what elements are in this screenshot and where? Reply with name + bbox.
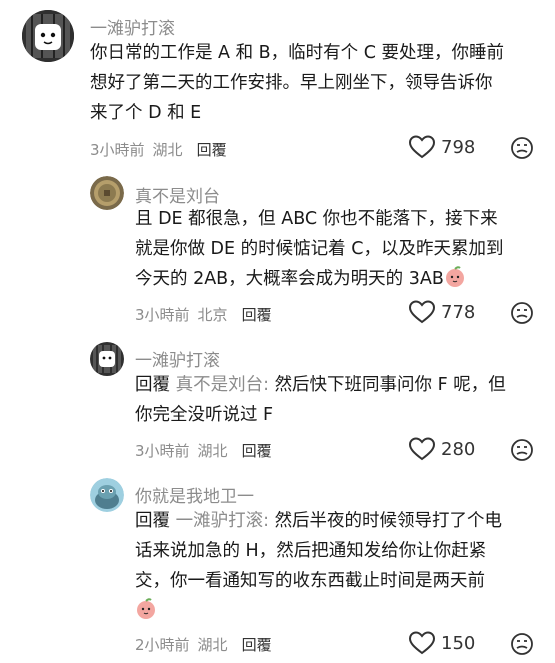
location: 北京 bbox=[197, 306, 228, 324]
like-button[interactable]: 798 bbox=[409, 135, 475, 159]
heart-outline-icon bbox=[409, 631, 435, 655]
dislike-face-icon bbox=[511, 302, 533, 324]
avatar[interactable] bbox=[90, 176, 124, 210]
comment-meta: 2小時前 湖北 回覆 bbox=[135, 634, 272, 655]
heart-outline-icon bbox=[409, 300, 435, 324]
comment-meta: 3小時前 湖北 回覆 bbox=[90, 139, 227, 160]
timestamp: 2小時前 bbox=[135, 636, 190, 654]
timestamp: 3小時前 bbox=[135, 306, 190, 324]
dislike-button[interactable] bbox=[510, 136, 534, 164]
comment-meta: 3小時前 湖北 回覆 bbox=[135, 440, 272, 461]
reply-button[interactable]: 回覆 bbox=[197, 141, 227, 159]
reply-prefix: 回覆 bbox=[135, 511, 170, 531]
avatar[interactable] bbox=[22, 10, 74, 62]
dislike-face-icon bbox=[511, 439, 533, 461]
heart-outline-icon bbox=[409, 437, 435, 461]
username[interactable]: 一滩驴打滚 bbox=[135, 346, 220, 371]
dislike-button[interactable] bbox=[510, 301, 534, 329]
reply-button[interactable]: 回覆 bbox=[242, 306, 272, 324]
location: 湖北 bbox=[197, 442, 228, 460]
like-count: 798 bbox=[441, 136, 476, 158]
reply-target-username[interactable]: 一滩驴打滚: bbox=[176, 511, 269, 531]
username[interactable]: 你就是我地卫一 bbox=[135, 482, 254, 507]
timestamp: 3小時前 bbox=[90, 141, 145, 159]
like-button[interactable]: 280 bbox=[409, 437, 475, 461]
peach-face-emoji bbox=[135, 598, 157, 630]
like-count: 280 bbox=[441, 438, 476, 460]
dislike-face-icon bbox=[511, 633, 533, 655]
peach-face-emoji bbox=[444, 266, 466, 298]
comment-text: 你日常的工作是 A 和 B，临时有个 C 要处理，你睡前 想好了第二天的工作安排… bbox=[90, 43, 505, 123]
comment-text: 回覆 真不是刘台: 然后快下班同事问你 F 呢，但 你完全没听说过 F bbox=[135, 375, 506, 425]
location: 湖北 bbox=[152, 141, 183, 159]
location: 湖北 bbox=[197, 636, 228, 654]
dislike-face-icon bbox=[511, 137, 533, 159]
like-count: 150 bbox=[441, 632, 476, 654]
like-button[interactable]: 778 bbox=[409, 300, 475, 324]
comment-text: 回覆 一滩驴打滚: 然后半夜的时候领导打了个电 话来说加急的 H，然后把通知发给… bbox=[135, 506, 545, 630]
reply-button[interactable]: 回覆 bbox=[242, 636, 272, 654]
dislike-button[interactable] bbox=[510, 632, 534, 660]
username[interactable]: 一滩驴打滚 bbox=[90, 14, 175, 39]
timestamp: 3小時前 bbox=[135, 442, 190, 460]
comment-text: 且 DE 都很急，但 ABC 你也不能落下，接下来 就是你做 DE 的时候惦记着… bbox=[135, 204, 545, 298]
avatar[interactable] bbox=[90, 478, 124, 512]
comment-meta: 3小時前 北京 回覆 bbox=[135, 304, 272, 325]
reply-prefix: 回覆 bbox=[135, 375, 170, 395]
dislike-button[interactable] bbox=[510, 438, 534, 466]
reply-button[interactable]: 回覆 bbox=[242, 442, 272, 460]
heart-outline-icon bbox=[409, 135, 435, 159]
like-count: 778 bbox=[441, 301, 476, 323]
avatar[interactable] bbox=[90, 342, 124, 376]
reply-target-username[interactable]: 真不是刘台: bbox=[176, 375, 269, 395]
like-button[interactable]: 150 bbox=[409, 631, 475, 655]
